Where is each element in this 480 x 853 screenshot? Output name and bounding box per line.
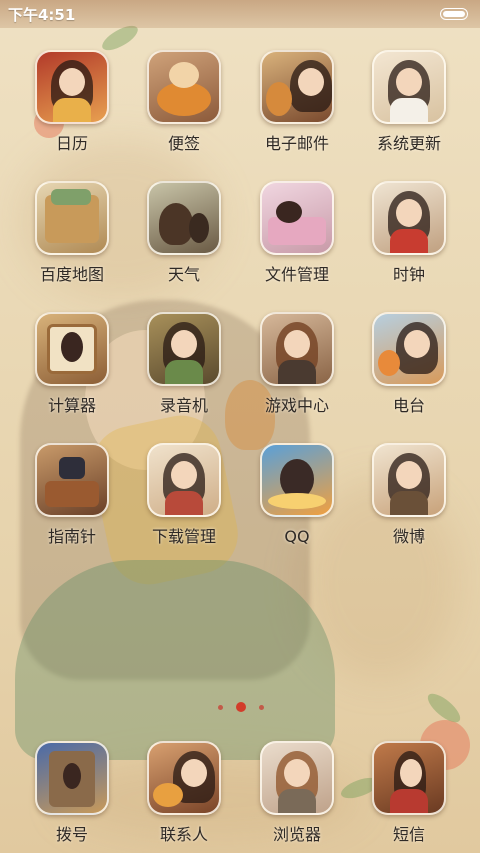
app-system-update[interactable]: 系统更新 [353, 50, 465, 154]
app-label: 计算器 [47, 396, 96, 415]
recorder-art-icon [147, 312, 221, 386]
downloads-art-icon [147, 443, 221, 517]
page-dot-active[interactable] [236, 702, 246, 712]
app-label: 录音机 [159, 396, 208, 415]
sms-art-icon [372, 741, 446, 815]
app-radio[interactable]: 电台 [353, 312, 465, 416]
files-art-icon [260, 181, 334, 255]
clock-art-icon [372, 181, 446, 255]
app-label: 电子邮件 [264, 134, 329, 153]
calendar-art-icon [35, 50, 109, 124]
app-label: 联系人 [159, 825, 208, 844]
app-qq[interactable]: QQ [241, 443, 353, 547]
app-label: 时钟 [392, 265, 425, 284]
app-label: 便签 [167, 134, 200, 153]
app-label: 短信 [392, 825, 425, 844]
app-email[interactable]: 电子邮件 [241, 50, 353, 154]
app-label: 系统更新 [376, 134, 441, 153]
app-label: 天气 [167, 265, 200, 284]
app-clock[interactable]: 时钟 [353, 181, 465, 285]
app-download-manager[interactable]: 下载管理 [128, 443, 240, 547]
app-compass[interactable]: 指南针 [16, 443, 128, 547]
app-label: 指南针 [47, 527, 96, 546]
dock-browser[interactable]: 浏览器 [241, 741, 353, 845]
app-recorder[interactable]: 录音机 [128, 312, 240, 416]
page-dot[interactable] [218, 704, 223, 710]
page-indicator[interactable] [218, 702, 264, 712]
radio-art-icon [372, 312, 446, 386]
status-bar: 下午4:51 [0, 0, 480, 28]
update-art-icon [372, 50, 446, 124]
app-baidu-map[interactable]: 百度地图 [16, 181, 128, 285]
app-notes[interactable]: 便签 [128, 50, 240, 154]
dialer-art-icon [35, 741, 109, 815]
app-weibo[interactable]: 微博 [353, 443, 465, 547]
app-label: 微博 [392, 527, 425, 546]
calculator-art-icon [35, 312, 109, 386]
battery-icon [440, 8, 468, 20]
app-label: 游戏中心 [264, 396, 329, 415]
app-label: 日历 [55, 134, 88, 153]
app-game-center[interactable]: 游戏中心 [241, 312, 353, 416]
page-dot[interactable] [259, 704, 264, 710]
app-label: 电台 [392, 396, 425, 415]
app-label: 拨号 [55, 825, 88, 844]
browser-art-icon [260, 741, 334, 815]
app-label: QQ [284, 527, 310, 546]
app-label: 浏览器 [272, 825, 321, 844]
dock-contacts[interactable]: 联系人 [128, 741, 240, 845]
app-file-manager[interactable]: 文件管理 [241, 181, 353, 285]
notes-art-icon [147, 50, 221, 124]
weather-art-icon [147, 181, 221, 255]
app-calendar[interactable]: 日历 [16, 50, 128, 154]
app-label: 文件管理 [264, 265, 329, 284]
dock-dialer[interactable]: 拨号 [16, 741, 128, 845]
weibo-art-icon [372, 443, 446, 517]
qq-art-icon [260, 443, 334, 517]
dock-sms[interactable]: 短信 [353, 741, 465, 845]
game-center-art-icon [260, 312, 334, 386]
status-time: 下午4:51 [8, 5, 76, 24]
contacts-art-icon [147, 741, 221, 815]
app-label: 下载管理 [151, 527, 216, 546]
app-weather[interactable]: 天气 [128, 181, 240, 285]
map-art-icon [35, 181, 109, 255]
app-label: 百度地图 [39, 265, 104, 284]
compass-art-icon [35, 443, 109, 517]
app-calculator[interactable]: 计算器 [16, 312, 128, 416]
email-art-icon [260, 50, 334, 124]
